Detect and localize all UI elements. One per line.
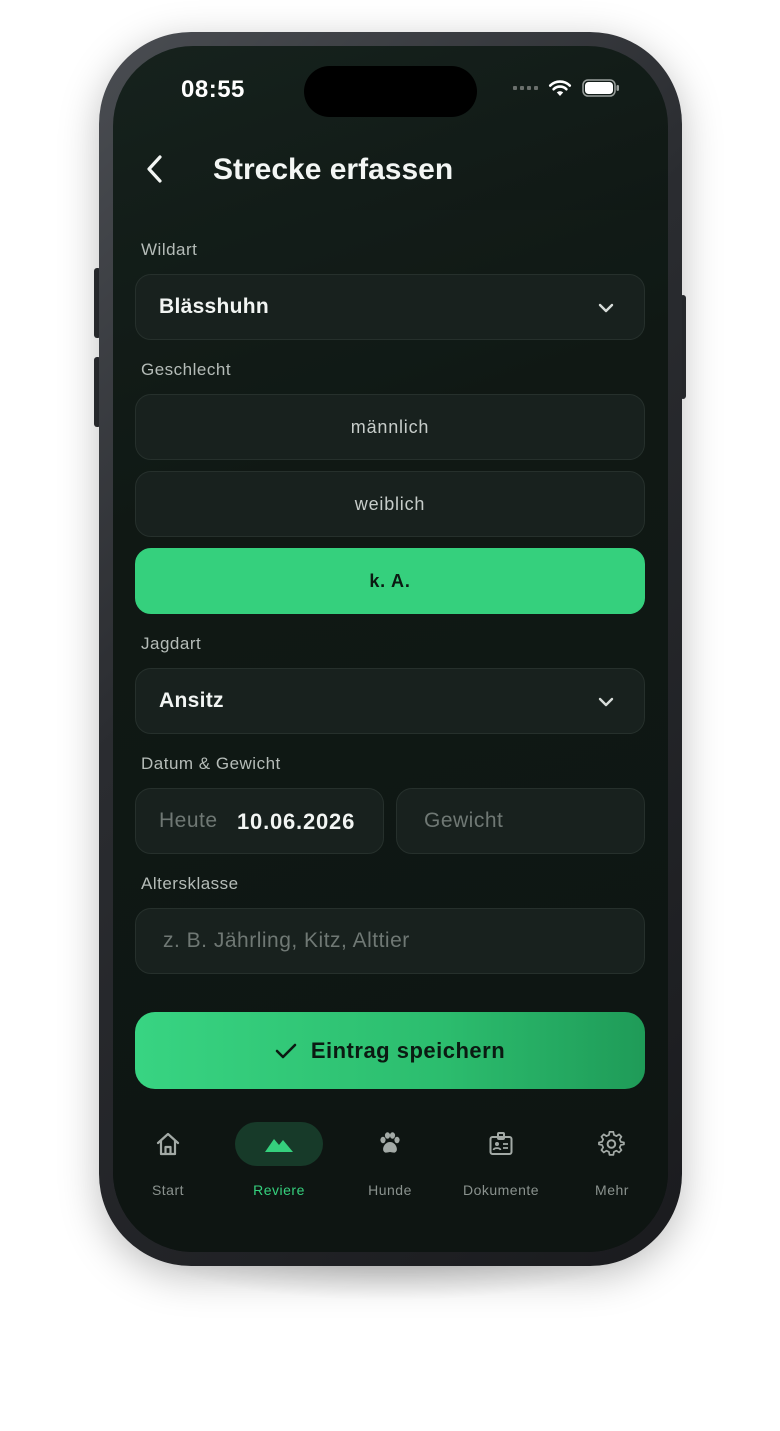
gender-option-male[interactable]: männlich [135,394,645,460]
altersklasse-placeholder: z. B. Jährling, Kitz, Alttier [163,929,410,952]
tab-start[interactable]: Start [113,1122,223,1212]
altersklasse-label: Altersklasse [141,874,239,893]
signal-icon [513,86,538,90]
date-field[interactable]: Heute 10.06.2026 [135,788,384,854]
page-title: Strecke erfassen [213,153,454,186]
jagdart-label: Jagdart [141,634,202,653]
checkmark-icon [275,1043,297,1058]
gender-option-female[interactable]: weiblich [135,471,645,537]
gender-option-unknown[interactable]: k. A. [135,548,645,614]
wildart-select[interactable]: Blässhuhn [135,274,645,340]
chevron-down-icon [598,303,614,313]
chevron-left-icon [147,155,162,183]
tab-label-mehr: Mehr [595,1182,629,1198]
mountain-icon [224,1130,334,1158]
battery-icon [582,79,619,97]
chevron-down-icon [598,697,614,707]
wildart-value: Blässhuhn [159,295,270,318]
tab-label-start: Start [151,1182,185,1198]
app-screen: 08:55 Strecke erfassen Wildart Blässhuhn [113,46,668,1252]
tab-dokumente[interactable]: Dokumente [446,1122,556,1212]
tab-label-hunde: Hunde [368,1182,412,1198]
jagdart-value: Ansitz [159,689,224,712]
status-icons [513,79,620,97]
weight-input[interactable]: Gewicht [396,788,645,854]
tab-label-reviere: Reviere [253,1182,305,1198]
tab-bar: Start Reviere Hunde Dokumente Mehr [113,1110,668,1252]
status-time: 08:55 [181,76,245,103]
date-prefix: Heute [159,809,218,832]
weight-placeholder: Gewicht [424,809,504,832]
dynamic-island [304,66,477,117]
wifi-icon [548,80,572,96]
jagdart-select[interactable]: Ansitz [135,668,645,734]
form-content: Wildart Blässhuhn Geschlecht männlich we… [113,210,668,1110]
home-icon [113,1130,223,1158]
altersklasse-input[interactable]: z. B. Jährling, Kitz, Alttier [135,908,645,974]
wildart-label: Wildart [141,240,198,259]
save-entry-label: Eintrag speichern [310,1037,506,1063]
date-value: 10.06.2026 [237,809,356,834]
tab-hunde[interactable]: Hunde [335,1122,445,1212]
save-entry-button[interactable]: Eintrag speichern [135,1012,645,1089]
gear-icon [557,1130,667,1158]
geschlecht-label: Geschlecht [141,360,232,379]
page-header: Strecke erfassen [113,141,668,211]
id-card-icon [446,1130,556,1158]
tab-mehr[interactable]: Mehr [557,1122,667,1212]
back-button[interactable] [137,151,173,187]
datum-gewicht-label: Datum & Gewicht [141,754,281,773]
tab-reviere[interactable]: Reviere [224,1122,334,1212]
paw-icon [335,1130,445,1158]
tab-label-dokumente: Dokumente [462,1182,540,1198]
